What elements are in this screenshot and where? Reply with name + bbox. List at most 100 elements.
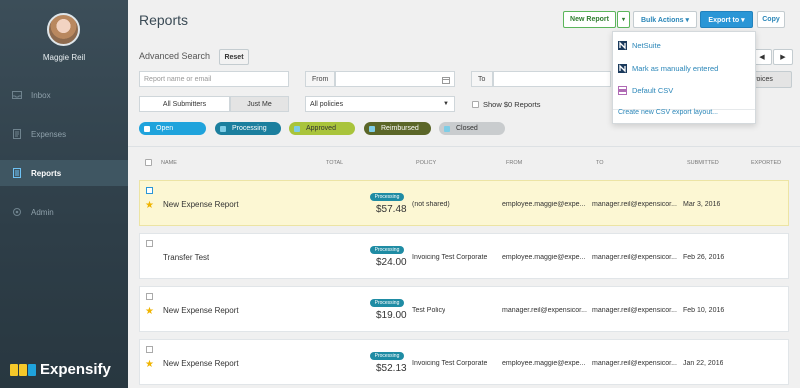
column-header-submitted[interactable]: SUBMITTED — [687, 160, 719, 166]
just-me-toggle[interactable]: Just Me — [230, 96, 289, 112]
report-policy: Invoicing Test Corporate — [412, 360, 488, 367]
report-from: employee.maggie@expe... — [502, 201, 586, 208]
checkbox-checked-icon — [444, 125, 450, 132]
export-menu-item-manual[interactable]: Mark as manually entered — [618, 64, 718, 73]
status-badge: Processing — [370, 246, 404, 254]
column-header-name[interactable]: NAME — [161, 160, 177, 166]
from-label: From — [305, 71, 335, 87]
new-report-dropdown-button[interactable]: ▾ — [617, 11, 630, 28]
report-from: manager.reil@expensicor... — [502, 307, 587, 314]
report-policy: Invoicing Test Corporate — [412, 254, 488, 261]
create-csv-layout-link[interactable]: Create new CSV export layout... — [618, 109, 718, 116]
sidebar-item-expenses[interactable]: Expenses — [0, 121, 128, 147]
netsuite-icon — [618, 41, 627, 50]
sidebar: Maggie Reil Inbox Expenses Reports Admin… — [0, 0, 128, 388]
column-header-total[interactable]: TOTAL — [326, 160, 343, 166]
table-row[interactable]: Transfer Test Processing $24.00 Invoicin… — [139, 233, 789, 279]
report-submitted: Mar 3, 2016 — [683, 201, 721, 208]
to-date-input[interactable] — [493, 71, 611, 87]
bulk-actions-button[interactable]: Bulk Actions ▾ — [633, 11, 697, 28]
report-from: employee.maggie@expe... — [502, 254, 586, 261]
sidebar-item-label: Admin — [31, 207, 54, 217]
report-total: $52.13 — [376, 363, 407, 374]
checkbox-box — [144, 125, 150, 132]
calendar-icon[interactable] — [442, 76, 450, 84]
status-badge: Processing — [370, 352, 404, 360]
status-label: Approved — [306, 125, 336, 132]
status-filter-closed[interactable]: Closed — [439, 122, 505, 135]
star-icon[interactable]: ★ — [145, 359, 154, 370]
star-icon[interactable]: ★ — [145, 200, 154, 211]
caret-down-icon: ▼ — [443, 101, 449, 107]
report-name-input[interactable]: Report name or email — [139, 71, 289, 87]
column-header-to[interactable]: TO — [596, 160, 604, 166]
reset-button[interactable]: Reset — [219, 49, 249, 65]
menu-item-label: Mark as manually entered — [632, 64, 719, 73]
avatar[interactable] — [47, 13, 80, 46]
report-name[interactable]: New Expense Report — [163, 359, 239, 368]
new-report-button[interactable]: New Report — [563, 11, 616, 28]
status-badge: Processing — [370, 193, 404, 201]
row-checkbox[interactable] — [146, 240, 153, 247]
status-filter-reimbursed[interactable]: Reimbursed — [364, 122, 431, 135]
status-badge: Processing — [370, 299, 404, 307]
report-policy: Test Policy — [412, 307, 446, 314]
report-to: manager.reil@expensicor... — [592, 360, 677, 367]
divider — [128, 146, 800, 147]
row-checkbox[interactable] — [146, 346, 153, 353]
status-filter-processing[interactable]: Processing — [215, 122, 281, 135]
status-label: Reimbursed — [381, 125, 419, 132]
export-menu-item-default-csv[interactable]: Default CSV — [618, 86, 673, 95]
policy-select[interactable]: All policies ▼ — [305, 96, 455, 112]
expensify-mark-icon — [10, 363, 37, 376]
menu-item-label: NetSuite — [632, 41, 661, 50]
checkbox-checked-icon — [294, 125, 300, 132]
report-submitted: Jan 22, 2016 — [683, 360, 724, 367]
policy-select-value: All policies — [310, 100, 344, 108]
report-submitted: Feb 26, 2016 — [683, 254, 725, 261]
column-header-from[interactable]: FROM — [506, 160, 522, 166]
row-checkbox[interactable] — [146, 187, 153, 194]
select-all-checkbox[interactable] — [145, 159, 152, 166]
username: Maggie Reil — [42, 53, 86, 62]
table-row[interactable]: ★ New Expense Report Processing $52.13 I… — [139, 339, 789, 385]
row-checkbox[interactable] — [146, 293, 153, 300]
status-label: Closed — [456, 125, 478, 132]
show-zero-reports-checkbox[interactable]: Show $0 Reports — [472, 100, 541, 109]
checkbox-box[interactable] — [472, 101, 479, 108]
report-from: employee.maggie@expe... — [502, 360, 586, 367]
from-date-input[interactable] — [335, 71, 455, 87]
caret-down-icon: ▾ — [621, 17, 625, 23]
menu-item-label: Default CSV — [632, 86, 674, 95]
copy-button[interactable]: Copy — [757, 11, 785, 28]
inbox-icon — [12, 91, 22, 99]
report-submitted: Feb 10, 2016 — [683, 307, 725, 314]
report-name[interactable]: New Expense Report — [163, 200, 239, 209]
chevron-left-icon: ◀ — [759, 54, 765, 61]
next-page-button[interactable]: ▶ — [773, 49, 793, 65]
status-filter-open[interactable]: Open — [139, 122, 206, 135]
sidebar-item-label: Inbox — [31, 90, 51, 100]
status-filter-approved[interactable]: Approved — [289, 122, 355, 135]
column-header-policy[interactable]: POLICY — [416, 160, 436, 166]
sidebar-item-reports[interactable]: Reports — [0, 160, 128, 186]
checkbox-checked-icon — [369, 125, 375, 132]
export-to-button[interactable]: Export to ▾ — [700, 11, 753, 28]
table-row[interactable]: ★ New Expense Report Processing $19.00 T… — [139, 286, 789, 332]
export-menu-item-netsuite[interactable]: NetSuite — [618, 41, 661, 50]
all-submitters-toggle[interactable]: All Submitters — [139, 96, 230, 112]
report-name[interactable]: New Expense Report — [163, 306, 239, 315]
report-to: manager.reil@expensicor... — [592, 254, 677, 261]
sidebar-item-inbox[interactable]: Inbox — [0, 82, 128, 108]
show-zero-label: Show $0 Reports — [483, 100, 541, 109]
page-title: Reports — [139, 12, 189, 28]
sidebar-item-admin[interactable]: Admin — [0, 199, 128, 225]
table-header: NAME TOTAL POLICY FROM TO SUBMITTED EXPO… — [139, 157, 789, 169]
star-icon[interactable]: ★ — [145, 306, 154, 317]
report-name[interactable]: Transfer Test — [163, 253, 209, 262]
report-total: $19.00 — [376, 310, 407, 321]
main-content: Reports New Report ▾ Bulk Actions ▾ Expo… — [128, 0, 800, 388]
chevron-right-icon: ▶ — [780, 54, 786, 61]
column-header-exported[interactable]: EXPORTED — [751, 160, 781, 166]
table-row[interactable]: ★ New Expense Report Processing $57.48 (… — [139, 180, 789, 226]
